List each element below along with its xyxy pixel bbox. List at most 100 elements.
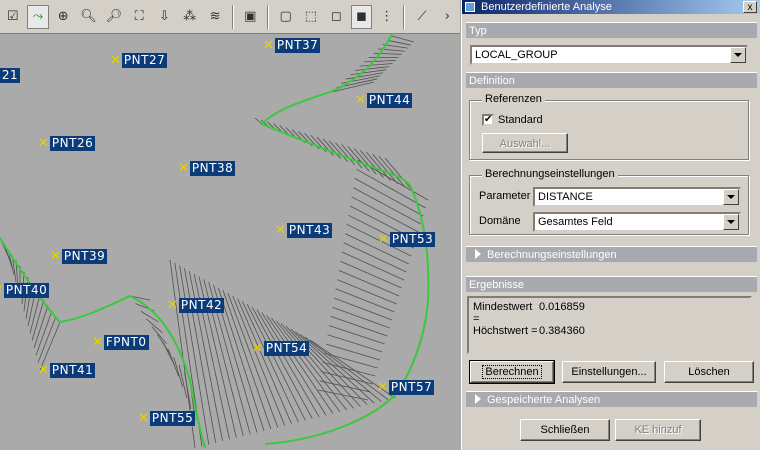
datum-point-label: PNT57 <box>388 380 435 395</box>
datum-point-label: 21 <box>0 68 21 83</box>
point-marker-icon: ✕ <box>252 341 263 356</box>
datum-point[interactable]: ✕ PNT54 <box>252 341 310 356</box>
standard-checkbox[interactable]: ✔ <box>482 114 494 126</box>
domaene-select[interactable]: Gesamtes Feld <box>533 212 741 232</box>
datum-point[interactable]: ✕ PNT27 <box>110 53 168 68</box>
curve-analysis-icon[interactable]: ⤳ <box>27 4 49 29</box>
domaene-label: Domäne <box>479 215 521 227</box>
datum-axis-icon[interactable]: ⁂ <box>179 5 200 29</box>
datum-point[interactable]: ✕ PNT38 <box>178 161 236 176</box>
hatch-line <box>271 317 341 413</box>
standard-label: Standard <box>498 114 543 126</box>
loeschen-button[interactable]: Löschen <box>664 361 754 383</box>
sketch-icon[interactable]: ⟋ <box>411 5 432 29</box>
datum-point-label: PNT38 <box>189 161 236 176</box>
dialog-app-icon <box>465 2 475 12</box>
hatch-line <box>359 63 393 67</box>
chevron-down-icon[interactable] <box>723 214 739 230</box>
datum-point[interactable]: ✕21 <box>0 68 21 83</box>
parameter-select[interactable]: DISTANCE <box>533 187 741 207</box>
datum-display-icon[interactable]: ⋮ <box>376 5 397 29</box>
zoom-out-icon[interactable]: 🔎︎ <box>103 5 124 29</box>
check-box-icon[interactable]: ☑ <box>2 5 23 29</box>
point-marker-icon: ✕ <box>0 284 3 297</box>
typ-select[interactable]: LOCAL_GROUP <box>470 45 748 65</box>
hatch-line <box>332 306 390 329</box>
hatch-line <box>356 168 426 209</box>
typ-header: Typ <box>466 22 757 38</box>
more-icon[interactable]: › <box>437 5 458 29</box>
datum-point-label: PNT42 <box>178 298 225 313</box>
hatch-line <box>345 72 384 80</box>
datum-point[interactable]: ✕ FPNT0 <box>92 335 149 350</box>
expand-arrow-icon <box>475 249 481 259</box>
ke-hinzufuegen-button[interactable]: KE hinzuf <box>615 419 701 441</box>
point-marker-icon: ✕ <box>38 363 49 378</box>
hatch-line <box>167 349 180 377</box>
datum-point-label: PNT53 <box>389 232 436 247</box>
datum-point-label: PNT44 <box>366 93 413 108</box>
hatch-line <box>266 314 334 414</box>
point-marker-icon: ✕ <box>378 232 389 247</box>
hatch-line <box>387 39 412 46</box>
hatch-line <box>391 35 415 43</box>
parameter-label: Parameter <box>479 190 531 202</box>
toolbar-separator <box>231 4 234 29</box>
datum-point-label: PNT54 <box>263 341 310 356</box>
model-viewport[interactable]: ✕PNT37✕PNT27✕21✕PNT44✕PNT26✕PNT38✕PNT43✕… <box>0 0 460 450</box>
hatch-line <box>354 178 424 217</box>
definition-header: Definition <box>466 72 757 88</box>
datum-point[interactable]: ✕ PNT26 <box>38 136 96 151</box>
berech-group-title: Berechnungseinstellungen <box>482 168 618 180</box>
hatch-line <box>29 293 41 334</box>
expand-arrow-icon <box>475 394 481 404</box>
datum-point[interactable]: ✕ PNT44 <box>355 93 413 108</box>
hatch-line <box>242 301 299 423</box>
datum-point[interactable]: ✕ PNT37 <box>263 38 321 53</box>
einstellungen-button[interactable]: Einstellungen... <box>562 361 656 383</box>
saved-views-icon[interactable]: ▣ <box>240 5 261 29</box>
hatch-line <box>337 279 397 305</box>
datum-point[interactable]: ✕PNT40 <box>0 283 50 298</box>
hidden-line-icon[interactable]: ⬚ <box>300 5 321 29</box>
toolbar-separator <box>266 4 269 29</box>
datum-point[interactable]: ✕ PNT57 <box>377 380 435 395</box>
results-box: Mindestwert = 0.016859 Höchstwert = 0.38… <box>467 296 752 354</box>
datum-point[interactable]: ✕ PNT42 <box>167 298 225 313</box>
datum-point-icon[interactable]: ⇩ <box>154 5 175 29</box>
close-icon[interactable]: x <box>743 1 757 13</box>
zoom-in-icon[interactable]: 🔍︎ <box>78 5 99 29</box>
dialog-title: Benutzerdefinierte Analyse <box>481 1 612 13</box>
point-marker-icon: ✕ <box>178 161 189 176</box>
zoom-fit-icon[interactable]: ⛶ <box>128 5 149 29</box>
hatch-line <box>37 316 57 363</box>
dialog-titlebar[interactable]: Benutzerdefinierte Analyse x <box>462 0 760 14</box>
hatch-line <box>329 325 385 345</box>
referenzen-title: Referenzen <box>482 93 545 105</box>
toolbar-separator <box>403 4 406 29</box>
schliessen-button[interactable]: Schließen <box>520 419 610 441</box>
shading-icon[interactable]: ◼ <box>350 4 373 29</box>
datum-point[interactable]: ✕ PNT43 <box>275 223 333 238</box>
datum-point-label: FPNT0 <box>103 335 149 350</box>
chevron-down-icon[interactable] <box>730 47 746 63</box>
hatch-line <box>151 326 167 344</box>
zoom-window-icon[interactable]: ⊕ <box>53 5 74 29</box>
berechnen-button[interactable]: Berechnen <box>469 360 555 384</box>
auswahl-button[interactable]: Auswahl... <box>482 133 568 153</box>
point-marker-icon: ✕ <box>167 298 178 313</box>
layers-icon[interactable]: ≋ <box>204 5 225 29</box>
berechnungseinstellungen-section[interactable]: Berechnungseinstellungen <box>466 246 757 262</box>
datum-point[interactable]: ✕ PNT53 <box>378 232 436 247</box>
no-hidden-icon[interactable]: ◻ <box>326 5 347 29</box>
datum-point[interactable]: ✕ PNT55 <box>138 411 196 426</box>
chevron-down-icon[interactable] <box>723 189 739 205</box>
point-marker-icon: ✕ <box>355 93 366 108</box>
point-marker-icon: ✕ <box>263 38 274 53</box>
wireframe-icon[interactable]: ▢ <box>275 5 296 29</box>
hatch-line <box>246 303 306 421</box>
datum-point-label: PNT26 <box>49 136 96 151</box>
datum-point[interactable]: ✕ PNT41 <box>38 363 96 378</box>
datum-point[interactable]: ✕ PNT39 <box>50 249 108 264</box>
gespeicherte-analysen-section[interactable]: Gespeicherte Analysen <box>466 391 757 407</box>
